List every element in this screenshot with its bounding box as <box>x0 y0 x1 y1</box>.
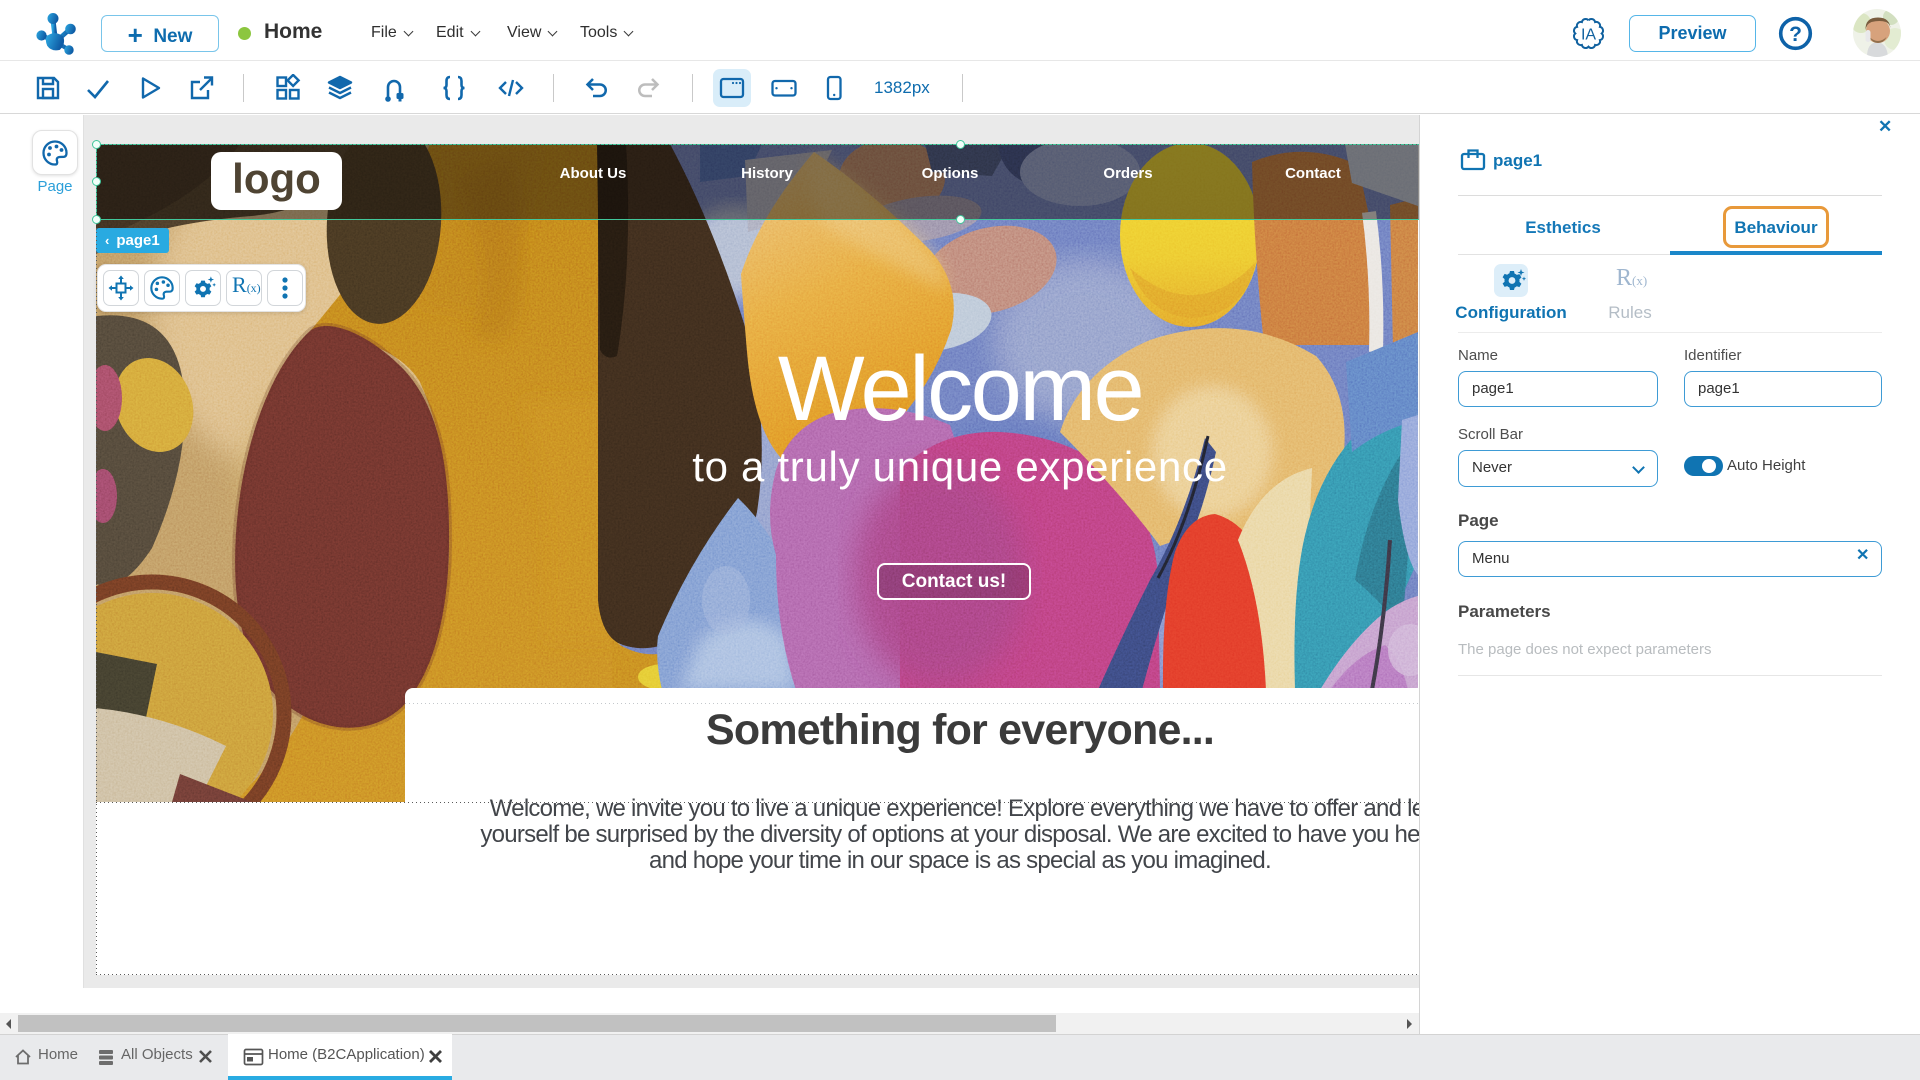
svg-text:?: ? <box>1789 23 1802 46</box>
svg-text:IA: IA <box>1581 27 1596 44</box>
